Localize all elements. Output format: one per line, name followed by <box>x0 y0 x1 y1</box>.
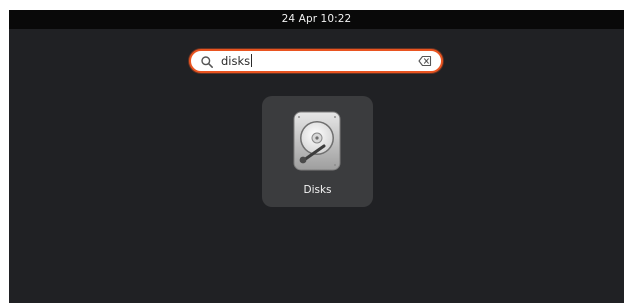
clear-input-icon[interactable] <box>418 55 432 67</box>
search-icon <box>201 56 213 68</box>
activities-overview: disks Disks <box>9 29 624 303</box>
hard-disk-icon <box>293 111 341 171</box>
desktop-screen: 24 Apr 10:22 disks Disks <box>9 10 624 303</box>
search-value: disks <box>221 54 251 68</box>
top-bar: 24 Apr 10:22 <box>9 10 624 29</box>
clock[interactable]: 24 Apr 10:22 <box>9 10 624 29</box>
search-input[interactable]: disks <box>189 49 443 73</box>
app-label: Disks <box>303 184 332 196</box>
search-text: disks <box>221 51 253 71</box>
search-result-disks[interactable]: Disks <box>262 96 373 207</box>
text-caret <box>251 54 253 67</box>
